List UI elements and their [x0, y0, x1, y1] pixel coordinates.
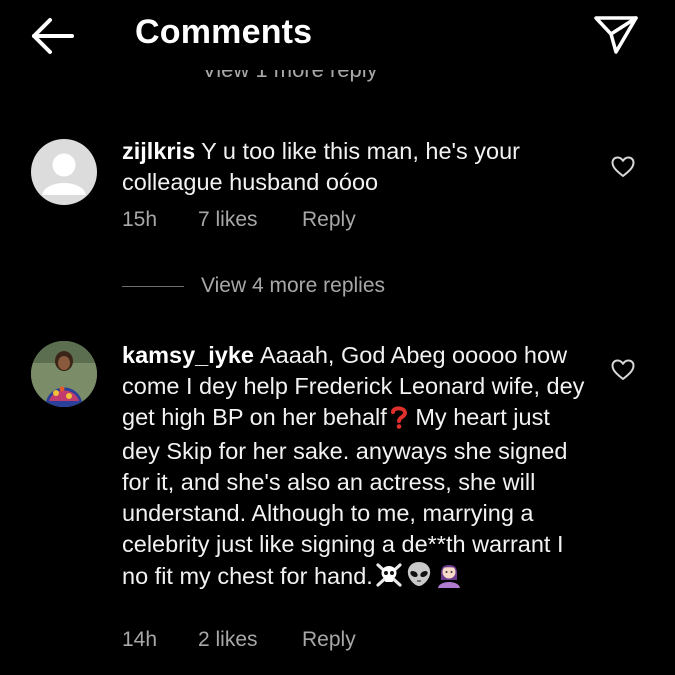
- comment-time: 14h: [122, 628, 158, 651]
- paper-plane-icon: [594, 16, 638, 54]
- share-button[interactable]: [592, 12, 640, 56]
- view-more-replies-label: View 4 more replies: [201, 274, 386, 297]
- back-button[interactable]: [28, 14, 78, 58]
- reply-button[interactable]: Reply: [302, 208, 356, 232]
- question-mark-emoji: [389, 405, 409, 437]
- arrow-left-icon: [32, 18, 74, 54]
- default-avatar-icon: [42, 153, 86, 195]
- skull-crossbones-emoji: [375, 562, 403, 596]
- comment-body: kamsy_iyke Aaaah, God Abeg ooooo how come…: [122, 340, 592, 595]
- alien-emoji: [405, 560, 433, 596]
- avatar[interactable]: [31, 139, 97, 205]
- profile-photo-icon: [31, 341, 97, 407]
- avatar[interactable]: [31, 341, 97, 407]
- heart-outline-icon: [611, 156, 635, 177]
- like-button[interactable]: [610, 358, 636, 382]
- woman-gesturing-emoji: [435, 560, 463, 596]
- like-button[interactable]: [610, 155, 636, 179]
- divider-line: [122, 285, 184, 287]
- comment-time: 15h: [122, 208, 158, 231]
- comments-header: Comments: [0, 0, 675, 70]
- view-more-replies-button[interactable]: View 4 more replies: [122, 272, 385, 300]
- comment-likes[interactable]: 2 likes: [198, 628, 302, 652]
- reply-button[interactable]: Reply: [302, 628, 356, 652]
- comment-likes[interactable]: 7 likes: [198, 208, 302, 232]
- page-title: Comments: [135, 13, 313, 51]
- comment-text-continued: My heart just dey Skip for her sake. any…: [122, 403, 568, 589]
- view-more-replies-clipped[interactable]: View 1 more reply: [0, 70, 675, 92]
- comment-username[interactable]: kamsy_iyke: [122, 342, 254, 368]
- comment-meta: 15h 7 likes Reply: [122, 208, 356, 232]
- comment-body: zijlkris Y u too like this man, he's your…: [122, 136, 592, 198]
- comment-username[interactable]: zijlkris: [122, 138, 195, 164]
- view-more-replies-label: View 1 more reply: [202, 70, 378, 83]
- comment-meta: 14h 2 likes Reply: [122, 628, 356, 652]
- heart-outline-icon: [611, 359, 635, 380]
